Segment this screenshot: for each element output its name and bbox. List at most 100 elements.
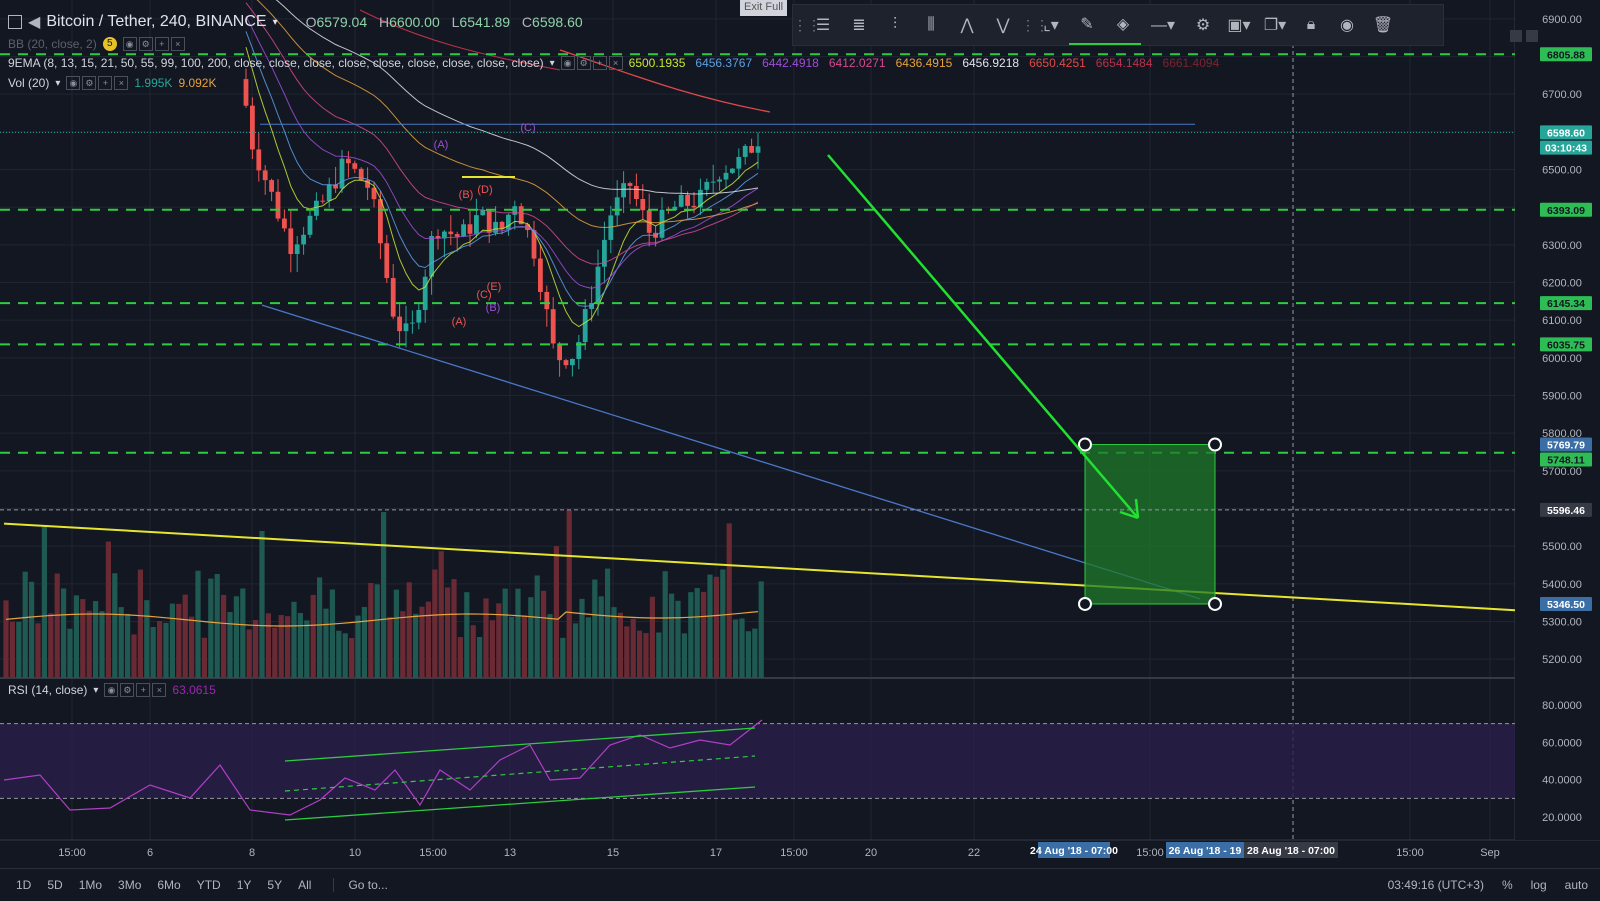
volume-bar [515,588,521,678]
volume-bar [592,579,598,678]
price-axis: 6900.006800.006700.006600.006500.006400.… [1510,0,1600,840]
time-highlight: 28 Aug '18 - 07:00 [1247,845,1335,857]
rsi-tick: 80.0000 [1542,700,1582,712]
candle-body [454,234,460,237]
timeframe-6mo[interactable]: 6Mo [149,878,188,892]
forecast-arrow [827,154,1139,519]
volume-bar [624,626,630,678]
rsi-indicator[interactable]: RSI (14, close) ▾ ◉ ⚙ + × 63.0615 [8,683,216,697]
volume-bar [144,600,150,678]
timeframe-3mo[interactable]: 3Mo [110,878,149,892]
timeframe-1y[interactable]: 1Y [229,878,260,892]
price-tick: 5500.00 [1542,541,1582,553]
time-tick: 15:00 [1136,847,1164,859]
time-axis: 15:00 6 8 10 15:00 13 15 17 15:00 20 22 15:00 15:00 S… [58,842,1500,859]
chevron-down-icon[interactable]: ▾ [55,78,60,89]
volume-bar [336,630,342,678]
timeframe-5d[interactable]: 5D [39,878,70,892]
pencil-icon[interactable]: ✎ [1069,5,1105,45]
candle-body [755,146,761,153]
volume-bar [118,607,124,678]
symbol-title[interactable]: Bitcoin / Tether, 240, BINANCE [46,13,266,31]
volume-bar [16,621,22,678]
elliott-tool-icon[interactable]: ⋁ [985,6,1021,44]
pitchfork-tool-icon[interactable]: ⫶ [877,6,913,44]
box-handle [1078,596,1092,611]
candle-body [570,358,575,366]
volume-bar [739,618,745,678]
chevron-down-icon[interactable]: ▾ [93,685,98,696]
price-label: 5346.50 [1547,599,1585,611]
trash-icon[interactable]: 🗑︎ [1365,6,1401,44]
collapse-icon[interactable] [8,15,22,29]
price-label: 6145.34 [1547,298,1585,310]
channel-tool-icon[interactable]: ≣ [841,6,877,44]
candle-body [403,323,409,332]
eye-icon[interactable]: ◉ [1329,6,1365,44]
volume-bar [342,633,348,678]
drawing-toolbar: ⋮⋮ ☰ ≣ ⫶ ⫼ ⋀ ⋁ ⋮⋮ ⌞▾ ✎ ◈ —▾ ⚙ ▣▾ ❐▾ 🔒︎ ◉… [792,4,1444,46]
price-label: 6393.09 [1547,205,1585,217]
volume-bar [259,531,265,678]
clone-icon[interactable]: ❐▾ [1257,6,1293,44]
volume-bar [137,569,143,678]
volume-bar [681,633,687,678]
auto-toggle[interactable]: auto [1565,878,1588,892]
time-tick: 15:00 [1396,847,1424,859]
indicator-controls[interactable]: ◉ ⚙ + × [560,56,623,70]
price-tick: 5200.00 [1542,654,1582,666]
volume-bar [201,637,207,678]
volume-bar [381,512,387,678]
percent-toggle[interactable]: % [1502,878,1513,892]
candle-body [634,185,639,199]
volume-bar [425,601,431,678]
fill-bucket-icon[interactable]: ◈ [1105,5,1141,45]
price-chart[interactable]: +(A)(B)(D)(E)(C)(B)(A)(C) 6900.006800.00… [0,0,1600,900]
volume-bar [688,592,694,678]
vol-label: Vol (20) [8,76,50,90]
volume-bar [355,615,361,678]
volume-bar [67,628,73,678]
timeframe-5y[interactable]: 5Y [259,878,290,892]
price-tick: 5300.00 [1542,617,1582,629]
candle-body [282,218,287,229]
exit-fullscreen-button[interactable]: Exit Full [740,0,788,16]
candle-body [243,79,249,106]
ema-indicator[interactable]: 9EMA (8, 13, 15, 21, 50, 55, 99, 100, 20… [8,56,1229,70]
timeframe-ytd[interactable]: YTD [189,878,229,892]
indicator-controls[interactable]: ◉ ⚙ + × [66,76,129,90]
indicator-controls[interactable]: ◉ ⚙ + × [122,37,185,51]
volume-bars [3,509,764,678]
price-tick: 6500.00 [1542,165,1582,177]
candle-body [307,215,313,235]
line-style-icon[interactable]: —▾ [1141,6,1185,44]
drag-handle-icon[interactable]: ⋮⋮ [793,17,821,34]
chevron-down-icon[interactable]: ▾ [550,58,555,69]
timeframe-1mo[interactable]: 1Mo [71,878,110,892]
log-toggle[interactable]: log [1531,878,1547,892]
more-icon: + [154,37,169,51]
ema-line [245,31,759,307]
pattern-tool-icon[interactable]: ⋀ [949,6,985,44]
bb-indicator[interactable]: BB (20, close, 2) 5 ◉ ⚙ + × [8,37,185,51]
goto-button[interactable]: Go to... [333,878,388,892]
projection-tool-icon[interactable]: ⌞▾ [1033,6,1069,44]
chevron-down-icon[interactable]: ▾ [273,17,278,28]
indicator-controls[interactable]: ◉ ⚙ + × [104,683,167,697]
volume-bar [662,571,668,678]
gear-icon[interactable]: ⚙ [1185,6,1221,44]
candle-body [730,168,735,173]
volume-bar [483,598,489,678]
vol-indicator[interactable]: Vol (20) ▾ ◉ ⚙ + × 1.995K 9.092K [8,76,216,90]
candle-body [256,149,262,171]
layers-icon[interactable]: ▣▾ [1221,6,1257,44]
timeframe-1d[interactable]: 1D [8,878,39,892]
fib-tool-icon[interactable]: ⫼ [913,6,949,44]
timeframe-all[interactable]: All [290,878,319,892]
lines-tool-icon[interactable]: ☰ [805,6,841,44]
lock-icon[interactable]: 🔒︎ [1293,6,1329,44]
settings-icon: ⚙ [576,56,591,70]
drag-handle-icon[interactable]: ⋮⋮ [1021,17,1049,34]
candle-body [397,316,402,332]
volume-bar [297,612,303,678]
